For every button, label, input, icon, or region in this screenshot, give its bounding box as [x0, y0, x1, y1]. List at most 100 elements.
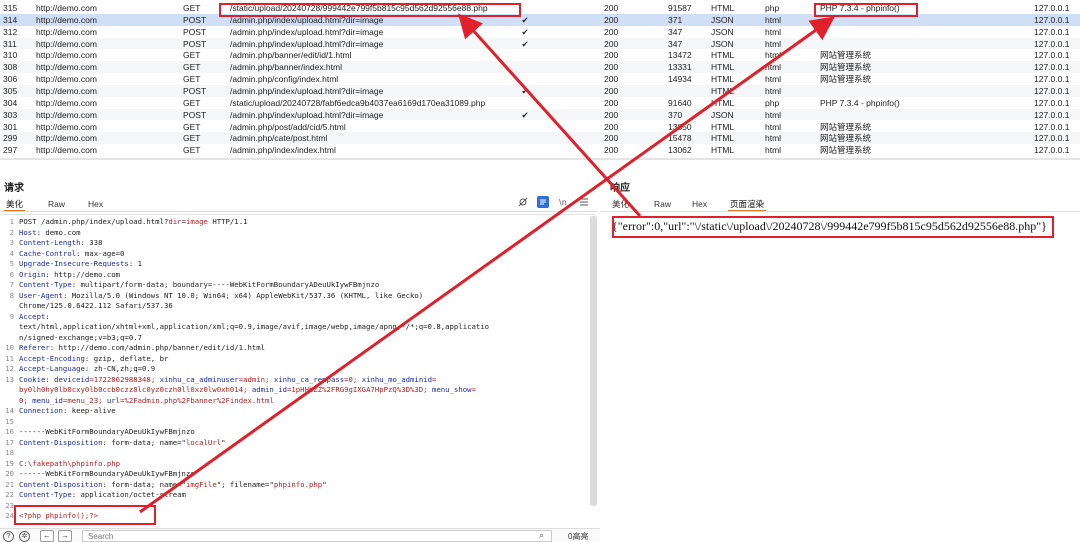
cell-ext: html	[765, 50, 782, 61]
cell-host: http://demo.com	[36, 14, 97, 25]
cell-id: 314	[3, 14, 18, 25]
code-token: User-Agent	[19, 290, 63, 300]
table-row[interactable]: 310 http://demo.com GET/admin.php/banner/e…	[0, 49, 1080, 61]
menu-icon[interactable]	[579, 197, 589, 209]
code-token: =%2Fadmin.php%2Fbanner%2Findex.html	[120, 395, 274, 405]
newline-icon[interactable]: \n	[559, 197, 569, 209]
cell-param: ✔	[521, 26, 529, 37]
table-row[interactable]: 304 http://demo.com GET/static/upload/2024…	[0, 97, 1080, 109]
request-scrollbar[interactable]	[590, 216, 597, 506]
code-line: Host: demo.com	[19, 228, 81, 239]
cell-title: 网站管理系统	[820, 145, 872, 156]
tab-response-hex[interactable]: Hex	[690, 198, 709, 210]
response-panel-title: 响应	[610, 183, 630, 194]
code-token: localUrl	[185, 437, 222, 447]
table-row[interactable]: 305 http://demo.com POST/admin.php/index/u…	[0, 84, 1080, 97]
table-row[interactable]: 299 http://demo.com GET/admin.php/cate/pos…	[0, 132, 1080, 145]
cell-ip: 127.0.0.1	[1034, 74, 1070, 85]
tab-request-hex[interactable]: Hex	[86, 198, 105, 210]
tab-request-pretty[interactable]: 美化	[4, 198, 26, 212]
help-icon[interactable]: ?	[3, 531, 14, 542]
cell-title: PHP 7.3.4 - phpinfo()	[820, 97, 900, 108]
response-tab-underline	[600, 211, 1080, 212]
cell-length: 91587	[668, 3, 692, 13]
cell-ext: php	[765, 3, 780, 13]
cell-url: /admin.php/index/upload.html?dir=image	[230, 26, 384, 37]
line-number: 9	[9, 311, 14, 321]
line-number: 17	[5, 437, 14, 447]
cell-length: 13472	[668, 50, 692, 61]
code-token: : keep-alive	[62, 406, 116, 415]
line-number: 5	[9, 259, 14, 268]
code-token: : 1	[128, 259, 143, 268]
code-token: xinhu_ca_adminuser	[159, 374, 239, 384]
cell-url: /admin.php/index/upload.html?dir=image	[230, 38, 384, 49]
tab-response-pretty[interactable]: 美化	[610, 198, 631, 210]
code-token: : 338	[80, 238, 103, 247]
table-row[interactable]: 314 http://demo.com POST/admin.php/index/u…	[0, 13, 1080, 26]
forward-arrow-icon[interactable]: →	[58, 530, 72, 542]
code-token: : form-data; name="	[102, 437, 186, 447]
request-editor[interactable]: 1 POST /admin.php/index/upload.html?dir=i…	[0, 214, 596, 527]
line-number: 11	[5, 353, 14, 363]
cell-ext: html	[765, 85, 782, 96]
table-row[interactable]: 297 http://demo.com GET/admin.php/index/in…	[0, 144, 1080, 156]
cell-url: /admin.php/index/upload.html?dir=image	[230, 109, 384, 120]
cell-status: 200	[604, 145, 619, 156]
line-number: 18	[5, 448, 14, 457]
table-row[interactable]: 308 http://demo.com GET/admin.php/banner/i…	[0, 61, 1080, 73]
cell-length: 347	[668, 38, 683, 49]
table-row[interactable]: 312 http://demo.com POST/admin.php/index/u…	[0, 26, 1080, 38]
gear-icon[interactable]: ✲	[19, 531, 30, 542]
cell-url: /admin.php/config/index.html	[230, 74, 339, 85]
tab-request-raw[interactable]: Raw	[46, 198, 67, 210]
line-number: 8	[9, 290, 14, 300]
cell-mime: HTML	[711, 85, 735, 96]
cell-ip: 127.0.0.1	[1034, 121, 1070, 132]
match-count: 0高亮	[568, 532, 589, 541]
cell-host: http://demo.com	[36, 85, 97, 96]
code-token: menu_id	[32, 395, 63, 405]
line-number: 16	[5, 427, 14, 436]
code-line: text/html,application/xhtml+xml,applicat…	[19, 322, 489, 333]
table-row[interactable]: 303 http://demo.com POST/admin.php/index/u…	[0, 108, 1080, 121]
tab-response-raw[interactable]: Raw	[652, 198, 673, 210]
cell-url: /admin.php/banner/index.html	[230, 62, 342, 73]
eye-off-icon[interactable]	[518, 197, 528, 209]
cell-mime: JSON	[711, 109, 734, 120]
code-line: User-Agent: Mozilla/5.0 (Windows NT 10.0…	[19, 291, 423, 302]
cell-mime: HTML	[711, 121, 735, 132]
cell-method: POST	[183, 85, 207, 96]
table-row[interactable]: 301 http://demo.com GET/admin.php/post/add…	[0, 121, 1080, 133]
line-number: 10	[5, 343, 14, 352]
scrollbar-thumb[interactable]	[590, 216, 597, 506]
code-line: 0; menu_id=menu_23; url=%2Fadmin.php%2Fb…	[19, 396, 274, 407]
cell-method: GET	[183, 145, 201, 156]
code-line: Content-Type: application/octet-stream	[19, 490, 186, 501]
cell-status: 200	[604, 38, 619, 49]
code-token: by0lh0hy0lb0cxy0lb0ccb0czz0lc0yz0czh0ll0…	[19, 385, 252, 394]
back-arrow-icon[interactable]: ←	[40, 530, 54, 542]
line-number: 4	[9, 248, 14, 258]
cell-host: http://demo.com	[36, 50, 97, 61]
pane-divider[interactable]	[0, 158, 1080, 160]
cell-url: /admin.php/banner/edit/id/1.html	[230, 50, 352, 61]
proxy-history-table: 315 http://demo.com GET/static/upload/2024…	[0, 0, 1080, 160]
tab-response-render[interactable]: 页面渲染	[728, 198, 767, 212]
code-token: imgFile	[185, 479, 217, 489]
annotation-box-response-url	[612, 216, 1054, 238]
cell-status: 200	[604, 121, 619, 132]
wrap-icon[interactable]	[537, 196, 549, 208]
cell-id: 301	[3, 121, 18, 132]
search-input[interactable]	[82, 530, 552, 542]
cell-title: 网站管理系统	[820, 121, 872, 132]
table-row[interactable]: 311 http://demo.com POST/admin.php/index/u…	[0, 37, 1080, 50]
cell-ip: 127.0.0.1	[1034, 85, 1070, 96]
table-row[interactable]: 306 http://demo.com GET/admin.php/config/i…	[0, 73, 1080, 85]
search-icon[interactable]: ⌕	[539, 530, 544, 541]
code-line: Referer: http://demo.com/admin.php/banne…	[19, 343, 265, 354]
cell-url: /admin.php/index/index.html	[230, 145, 336, 156]
line-number: 3	[9, 238, 14, 247]
table-row[interactable]: 315 http://demo.com GET/static/upload/2024…	[0, 2, 1080, 14]
line-number: 19	[5, 458, 14, 468]
